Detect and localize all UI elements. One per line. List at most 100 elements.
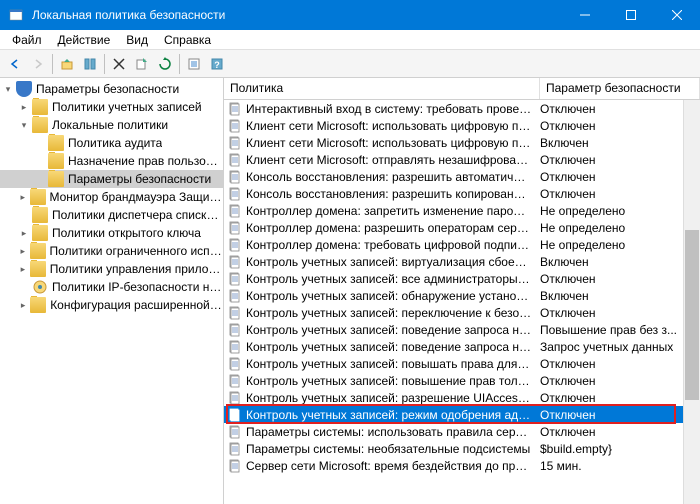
menu-help[interactable]: Справка: [156, 31, 219, 49]
column-policy[interactable]: Политика: [224, 78, 540, 99]
policy-row[interactable]: Контроль учетных записей: поведение запр…: [224, 321, 700, 338]
folder-icon: [48, 135, 64, 151]
scrollbar-thumb[interactable]: [685, 230, 699, 400]
minimize-button[interactable]: [562, 0, 608, 30]
policy-row[interactable]: Сервер сети Microsoft: время бездействия…: [224, 457, 700, 474]
back-button[interactable]: [4, 53, 26, 75]
policy-value: Отключен: [540, 272, 700, 286]
tree-advanced-audit[interactable]: ▸ Конфигурация расширенной полит: [0, 296, 223, 314]
policy-value: Отключен: [540, 102, 700, 116]
policy-row[interactable]: Контроль учетных записей: все администра…: [224, 270, 700, 287]
policy-name: Контроль учетных записей: повышать права…: [246, 357, 540, 371]
policy-icon: [227, 203, 243, 219]
policy-row[interactable]: Параметры системы: необязательные подсис…: [224, 440, 700, 457]
help-button[interactable]: ?: [206, 53, 228, 75]
expand-icon[interactable]: ▸: [16, 243, 30, 259]
policy-name: Консоль восстановления: разрешить автома…: [246, 170, 540, 184]
policy-name: Контроль учетных записей: виртуализация …: [246, 255, 540, 269]
policy-name: Контроль учетных записей: поведение запр…: [246, 340, 540, 354]
policy-value: Отключен: [540, 170, 700, 184]
policy-row[interactable]: Консоль восстановления: разрешить копиро…: [224, 185, 700, 202]
policy-name: Контроллер домена: запретить изменение п…: [246, 204, 540, 218]
maximize-button[interactable]: [608, 0, 654, 30]
expand-icon[interactable]: ▸: [16, 297, 30, 313]
tree-restricted[interactable]: ▸ Политики ограниченного использова: [0, 242, 223, 260]
policy-row[interactable]: Контроллер домена: требовать цифровой по…: [224, 236, 700, 253]
policy-icon: [227, 271, 243, 287]
policy-name: Контроллер домена: требовать цифровой по…: [246, 238, 540, 252]
expand-icon[interactable]: ▾: [16, 117, 32, 133]
expand-icon[interactable]: ▸: [16, 99, 32, 115]
policy-row[interactable]: Контроллер домена: запретить изменение п…: [224, 202, 700, 219]
title-bar: Локальная политика безопасности: [0, 0, 700, 30]
expand-icon[interactable]: ▾: [0, 81, 16, 97]
delete-button[interactable]: [108, 53, 130, 75]
policy-row[interactable]: Клиент сети Microsoft: использовать цифр…: [224, 134, 700, 151]
policy-icon: [227, 339, 243, 355]
policy-name: Контроль учетных записей: переключение к…: [246, 306, 540, 320]
expand-icon[interactable]: ▸: [16, 189, 30, 205]
svg-text:?: ?: [214, 60, 220, 70]
policy-row[interactable]: Контроль учетных записей: разрешение UIA…: [224, 389, 700, 406]
policy-icon: [227, 305, 243, 321]
tree-root[interactable]: ▾ Параметры безопасности: [0, 80, 223, 98]
policy-row[interactable]: Контроль учетных записей: повышать права…: [224, 355, 700, 372]
policy-row[interactable]: Клиент сети Microsoft: использовать цифр…: [224, 117, 700, 134]
tree-user-rights[interactable]: Назначение прав пользователя: [0, 152, 223, 170]
folder-icon: [48, 171, 64, 187]
tree-app-control[interactable]: ▸ Политики управления приложением: [0, 260, 223, 278]
policy-row[interactable]: Контроль учетных записей: повышение прав…: [224, 372, 700, 389]
policy-row[interactable]: Контроль учетных записей: обнаружение ус…: [224, 287, 700, 304]
policy-value: Не определено: [540, 238, 700, 252]
policy-row[interactable]: Консоль восстановления: разрешить автома…: [224, 168, 700, 185]
list-header: Политика Параметр безопасности: [224, 78, 700, 100]
menu-action[interactable]: Действие: [50, 31, 119, 49]
policy-row[interactable]: Контроль учетных записей: переключение к…: [224, 304, 700, 321]
tree-local-policies[interactable]: ▾ Локальные политики: [0, 116, 223, 134]
folder-icon: [30, 261, 46, 277]
policy-row[interactable]: Клиент сети Microsoft: отправлять незаши…: [224, 151, 700, 168]
tree-ip-security[interactable]: Политики IP-безопасности на "Лок: [0, 278, 223, 296]
properties-button[interactable]: [183, 53, 205, 75]
tree-account-policies[interactable]: ▸ Политики учетных записей: [0, 98, 223, 116]
close-button[interactable]: [654, 0, 700, 30]
tree-public-key[interactable]: ▸ Политики открытого ключа: [0, 224, 223, 242]
export-button[interactable]: [131, 53, 153, 75]
policy-icon: [227, 322, 243, 338]
menu-view[interactable]: Вид: [118, 31, 156, 49]
expand-icon[interactable]: ▸: [16, 225, 32, 241]
policy-value: Не определено: [540, 221, 700, 235]
up-button[interactable]: [56, 53, 78, 75]
policy-row[interactable]: Параметры системы: использовать правила …: [224, 423, 700, 440]
tree-security-options[interactable]: Параметры безопасности: [0, 170, 223, 188]
tree-firewall[interactable]: ▸ Монитор брандмауэра Защитника W: [0, 188, 223, 206]
policy-row[interactable]: Контроль учетных записей: поведение запр…: [224, 338, 700, 355]
folder-icon: [48, 153, 64, 169]
folder-icon: [32, 99, 48, 115]
policy-name: Контроль учетных записей: разрешение UIA…: [246, 391, 540, 405]
policy-row[interactable]: Контроллер домена: разрешить операторам …: [224, 219, 700, 236]
policy-icon: [227, 220, 243, 236]
column-setting[interactable]: Параметр безопасности: [540, 78, 700, 99]
policy-value: Отключен: [540, 374, 700, 388]
expand-icon[interactable]: ▸: [16, 261, 30, 277]
forward-button[interactable]: [27, 53, 49, 75]
tree-network-list[interactable]: Политики диспетчера списка сетей: [0, 206, 223, 224]
policy-row[interactable]: Интерактивный вход в систему: требовать …: [224, 100, 700, 117]
policy-icon: [227, 101, 243, 117]
scrollbar[interactable]: [683, 100, 700, 504]
policy-name: Параметры системы: использовать правила …: [246, 425, 540, 439]
policy-row[interactable]: Контроль учетных записей: виртуализация …: [224, 253, 700, 270]
policy-value: $build.empty}: [540, 442, 700, 456]
policy-icon: [227, 407, 243, 423]
policy-value: Запрос учетных данных: [540, 340, 700, 354]
policy-icon: [227, 458, 243, 474]
tree-audit-policy[interactable]: Политика аудита: [0, 134, 223, 152]
policy-row[interactable]: Контроль учетных записей: режим одобрени…: [224, 406, 700, 423]
app-icon: [8, 7, 24, 23]
refresh-button[interactable]: [154, 53, 176, 75]
menu-file[interactable]: Файл: [4, 31, 50, 49]
policy-value: Включен: [540, 289, 700, 303]
ip-security-icon: [32, 279, 48, 295]
show-hide-button[interactable]: [79, 53, 101, 75]
